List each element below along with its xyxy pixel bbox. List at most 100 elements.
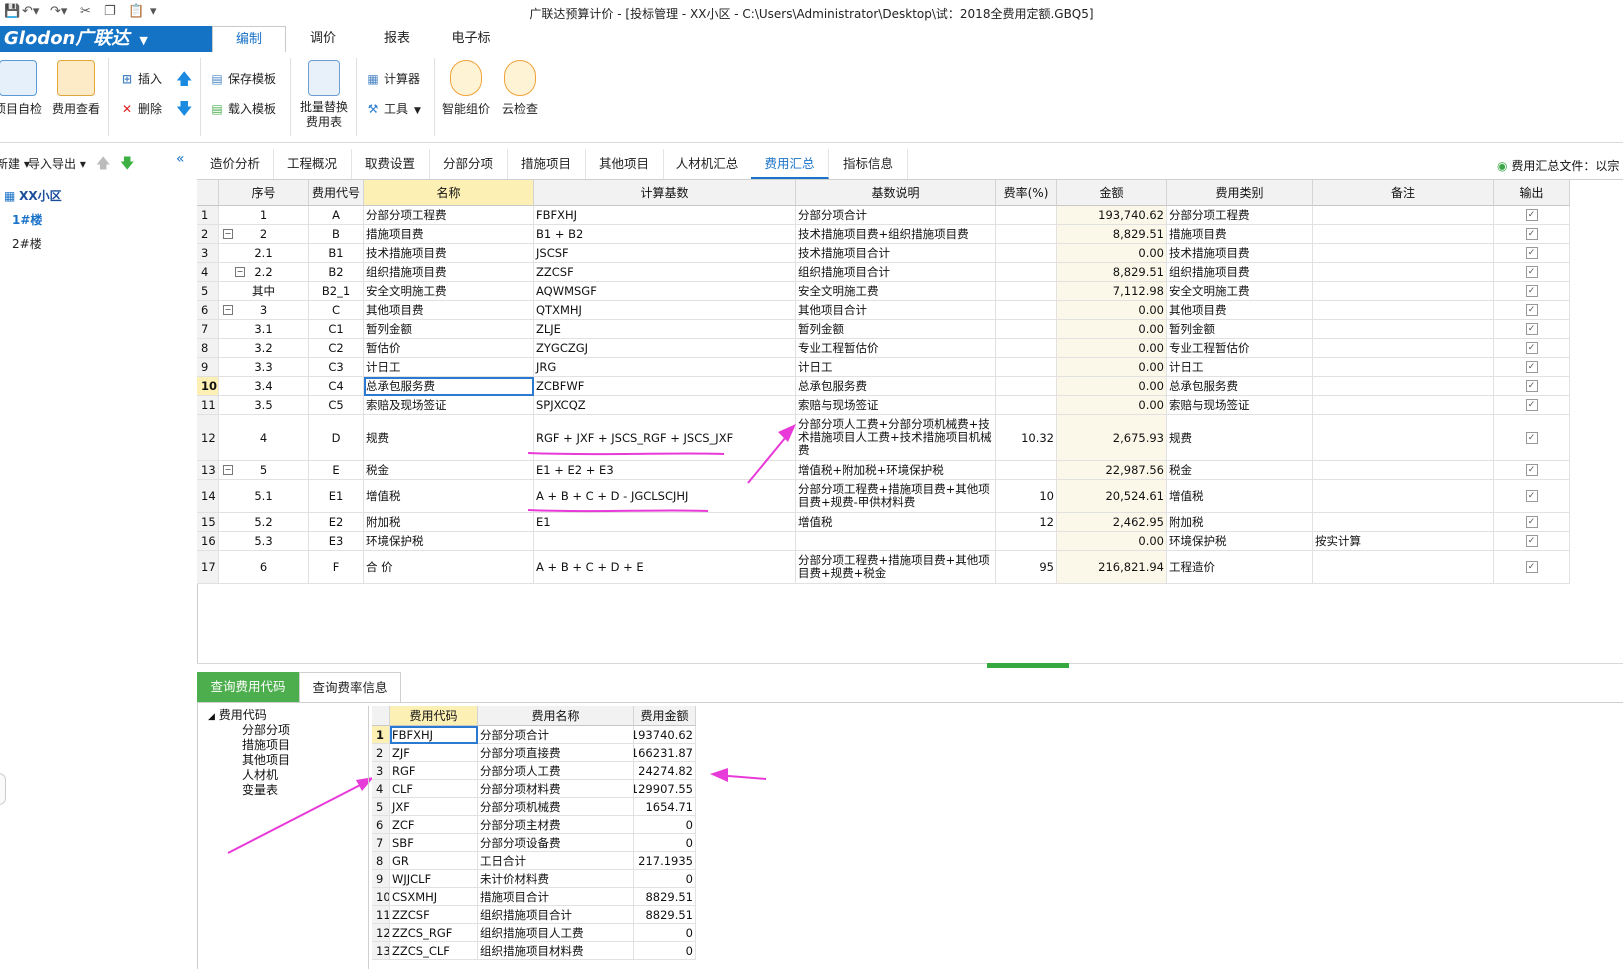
cell-fee-code[interactable]: ZZCS_CLF: [390, 942, 478, 960]
splitter-grip[interactable]: [987, 663, 1069, 668]
header-row-number[interactable]: [372, 706, 390, 726]
cell-text: 措施项目合计: [480, 889, 549, 904]
cell-fee-name[interactable]: 组织措施项目材料费: [478, 942, 634, 960]
cell-text: ZJF: [392, 745, 410, 760]
cell-fee-code[interactable]: CSXMHJ: [390, 888, 478, 906]
cell-fee-name[interactable]: 组织措施项目人工费: [478, 924, 634, 942]
table-row[interactable]: 4 CLF 分部分项材料费 129907.55: [372, 780, 696, 798]
pane-splitter[interactable]: [197, 663, 1623, 672]
cell-fee-amount[interactable]: 8829.51: [634, 906, 696, 924]
cell-text: 2: [376, 745, 384, 760]
cell-text: 7: [376, 835, 384, 850]
cell-text: 0: [685, 925, 693, 940]
table-row[interactable]: 2 ZJF 分部分项直接费 166231.87: [372, 744, 696, 762]
cell-text: ZCF: [392, 817, 415, 832]
cell-text: 0: [685, 835, 693, 850]
cell-fee-code[interactable]: ZZCSF: [390, 906, 478, 924]
tab-query-fee-code[interactable]: 查询费用代码: [197, 672, 299, 702]
cell-fee-amount[interactable]: 129907.55: [634, 780, 696, 798]
cell-text: 组织措施项目材料费: [480, 943, 584, 958]
table-row[interactable]: 13 ZZCS_CLF 组织措施项目材料费 0: [372, 942, 696, 960]
cell-fee-amount[interactable]: 1654.71: [634, 798, 696, 816]
cell-fee-amount[interactable]: 8829.51: [634, 888, 696, 906]
cell-text: 8829.51: [645, 907, 693, 922]
table-row[interactable]: 7 SBF 分部分项设备费 0: [372, 834, 696, 852]
cell-text: 工日合计: [480, 853, 526, 868]
cell-text: 分部分项设备费: [480, 835, 561, 850]
cell-fee-code[interactable]: ZZCS_RGF: [390, 924, 478, 942]
table-row[interactable]: 3 RGF 分部分项人工费 24274.82: [372, 762, 696, 780]
cell-text: RGF: [392, 763, 416, 778]
cell-text: 24274.82: [638, 763, 693, 778]
cell-fee-amount[interactable]: 217.1935: [634, 852, 696, 870]
cell-text: 分部分项机械费: [480, 799, 561, 814]
cell-text: 未计价材料费: [480, 871, 549, 886]
cell-row-number: 10: [372, 888, 390, 906]
header-fee-amount[interactable]: 费用金额: [634, 706, 696, 726]
header-fee-code[interactable]: 费用代码: [390, 706, 478, 726]
cell-fee-code[interactable]: RGF: [390, 762, 478, 780]
table-row[interactable]: 1 FBFXHJ 分部分项合计 193740.62: [372, 726, 696, 744]
cell-row-number: 2: [372, 744, 390, 762]
cell-fee-code[interactable]: GR: [390, 852, 478, 870]
tree-item[interactable]: 变量表: [242, 781, 278, 798]
table-row[interactable]: 10 CSXMHJ 措施项目合计 8829.51: [372, 888, 696, 906]
cell-fee-name[interactable]: 分部分项材料费: [478, 780, 634, 798]
table-row[interactable]: 11 ZZCSF 组织措施项目合计 8829.51: [372, 906, 696, 924]
cell-text: 分部分项合计: [480, 727, 549, 742]
cell-fee-name[interactable]: 分部分项人工费: [478, 762, 634, 780]
cell-fee-amount[interactable]: 0: [634, 924, 696, 942]
header-fee-name[interactable]: 费用名称: [478, 706, 634, 726]
cell-fee-code[interactable]: ZJF: [390, 744, 478, 762]
cell-text: 0: [685, 943, 693, 958]
cell-text: ZZCS_CLF: [392, 943, 450, 958]
table-row[interactable]: 9 WJJCLF 未计价材料费 0: [372, 870, 696, 888]
cell-fee-name[interactable]: 未计价材料费: [478, 870, 634, 888]
cell-fee-amount[interactable]: 193740.62: [634, 726, 696, 744]
cell-fee-code[interactable]: WJJCLF: [390, 870, 478, 888]
cell-row-number: 5: [372, 798, 390, 816]
cell-text: FBFXHJ: [392, 727, 434, 742]
cell-text: 分部分项人工费: [480, 763, 561, 778]
cell-fee-name[interactable]: 分部分项主材费: [478, 816, 634, 834]
cell-text: 1654.71: [645, 799, 693, 814]
cell-fee-amount[interactable]: 0: [634, 870, 696, 888]
cell-fee-amount[interactable]: 0: [634, 942, 696, 960]
table-row[interactable]: 12 ZZCS_RGF 组织措施项目人工费 0: [372, 924, 696, 942]
cell-text: 3: [376, 763, 384, 778]
cell-text: 10: [376, 889, 390, 904]
cell-fee-name[interactable]: 分部分项设备费: [478, 834, 634, 852]
cell-text: 8: [376, 853, 384, 868]
cell-text: 9: [376, 871, 384, 886]
cell-fee-amount[interactable]: 0: [634, 834, 696, 852]
cell-fee-name[interactable]: 分部分项机械费: [478, 798, 634, 816]
cell-fee-code[interactable]: ZCF: [390, 816, 478, 834]
cell-text: 组织措施项目人工费: [480, 925, 584, 940]
cell-text: SBF: [392, 835, 414, 850]
cell-text: 11: [376, 907, 390, 922]
cell-text: 12: [376, 925, 390, 940]
tab-query-fee-rate[interactable]: 查询费率信息: [299, 672, 401, 702]
annotation-underline: [527, 509, 709, 513]
cell-fee-name[interactable]: 措施项目合计: [478, 888, 634, 906]
cell-fee-amount[interactable]: 166231.87: [634, 744, 696, 762]
cell-fee-name[interactable]: 分部分项直接费: [478, 744, 634, 762]
cell-fee-code[interactable]: JXF: [390, 798, 478, 816]
cell-fee-name[interactable]: 组织措施项目合计: [478, 906, 634, 924]
cell-text: 0: [685, 817, 693, 832]
cell-fee-amount[interactable]: 24274.82: [634, 762, 696, 780]
cell-fee-code[interactable]: FBFXHJ: [390, 726, 478, 744]
cell-fee-code[interactable]: CLF: [390, 780, 478, 798]
cell-row-number: 12: [372, 924, 390, 942]
cell-fee-name[interactable]: 工日合计: [478, 852, 634, 870]
cell-text: 166231.87: [634, 745, 693, 760]
cell-row-number: 1: [372, 726, 390, 744]
cell-text: 217.1935: [638, 853, 693, 868]
cell-fee-code[interactable]: SBF: [390, 834, 478, 852]
table-row[interactable]: 6 ZCF 分部分项主材费 0: [372, 816, 696, 834]
table-row[interactable]: 8 GR 工日合计 217.1935: [372, 852, 696, 870]
cell-fee-name[interactable]: 分部分项合计: [478, 726, 634, 744]
cell-fee-amount[interactable]: 0: [634, 816, 696, 834]
cell-text: 8829.51: [645, 889, 693, 904]
table-row[interactable]: 5 JXF 分部分项机械费 1654.71: [372, 798, 696, 816]
